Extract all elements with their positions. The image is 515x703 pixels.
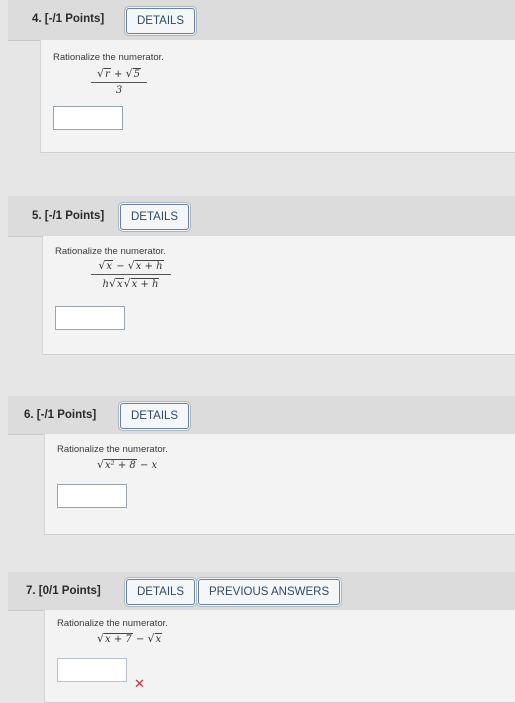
problem-prompt: Rationalize the numerator. (57, 618, 168, 629)
details-button[interactable]: DETAILS (126, 579, 196, 605)
problem-5: 5. [-/1 Points] DETAILS Rationalize the … (0, 196, 515, 358)
math-expression: √x + 7 − √x (97, 632, 163, 645)
problem-header: 7. [0/1 Points] DETAILS PREVIOUS ANSWERS (8, 572, 515, 611)
problem-header: 4. [-/1 Points] DETAILS (8, 0, 515, 41)
problem-body: Rationalize the numerator. √r + √5 3 (40, 40, 515, 153)
problem-prompt: Rationalize the numerator. (55, 246, 166, 257)
problem-header: 5. [-/1 Points] DETAILS (8, 196, 515, 237)
problem-7: 7. [0/1 Points] DETAILS PREVIOUS ANSWERS… (0, 572, 515, 703)
problem-title: 6. [-/1 Points] (24, 409, 97, 421)
math-expression: √x² + 8 − x (97, 458, 158, 471)
problem-header: 6. [-/1 Points] DETAILS (8, 396, 515, 435)
answer-input[interactable] (57, 484, 127, 508)
details-button[interactable]: DETAILS (126, 8, 196, 34)
math-expression: √x − √x + h h√x√x + h (91, 259, 171, 290)
problem-prompt: Rationalize the numerator. (57, 444, 168, 455)
incorrect-x-icon: ✕ (134, 676, 145, 691)
problem-prompt: Rationalize the numerator. (53, 52, 164, 63)
problem-4: 4. [-/1 Points] DETAILS Rationalize the … (0, 0, 515, 160)
problem-body: Rationalize the numerator. √x − √x + h h… (42, 236, 515, 355)
details-button[interactable]: DETAILS (120, 403, 190, 429)
problem-title: 7. [0/1 Points] (26, 585, 101, 597)
previous-answers-button[interactable]: PREVIOUS ANSWERS (198, 579, 341, 605)
math-expression: √r + √5 3 (91, 67, 147, 96)
problem-title: 5. [-/1 Points] (32, 210, 105, 222)
answer-input[interactable] (57, 658, 127, 682)
details-button[interactable]: DETAILS (120, 204, 190, 230)
problem-body: Rationalize the numerator. √x² + 8 − x (44, 434, 515, 535)
problem-body: Rationalize the numerator. √x + 7 − √x ✕ (44, 610, 515, 703)
problem-6: 6. [-/1 Points] DETAILS Rationalize the … (0, 396, 515, 538)
answer-input[interactable] (53, 106, 123, 130)
answer-input[interactable] (55, 306, 125, 330)
problem-title: 4. [-/1 Points] (32, 13, 105, 25)
